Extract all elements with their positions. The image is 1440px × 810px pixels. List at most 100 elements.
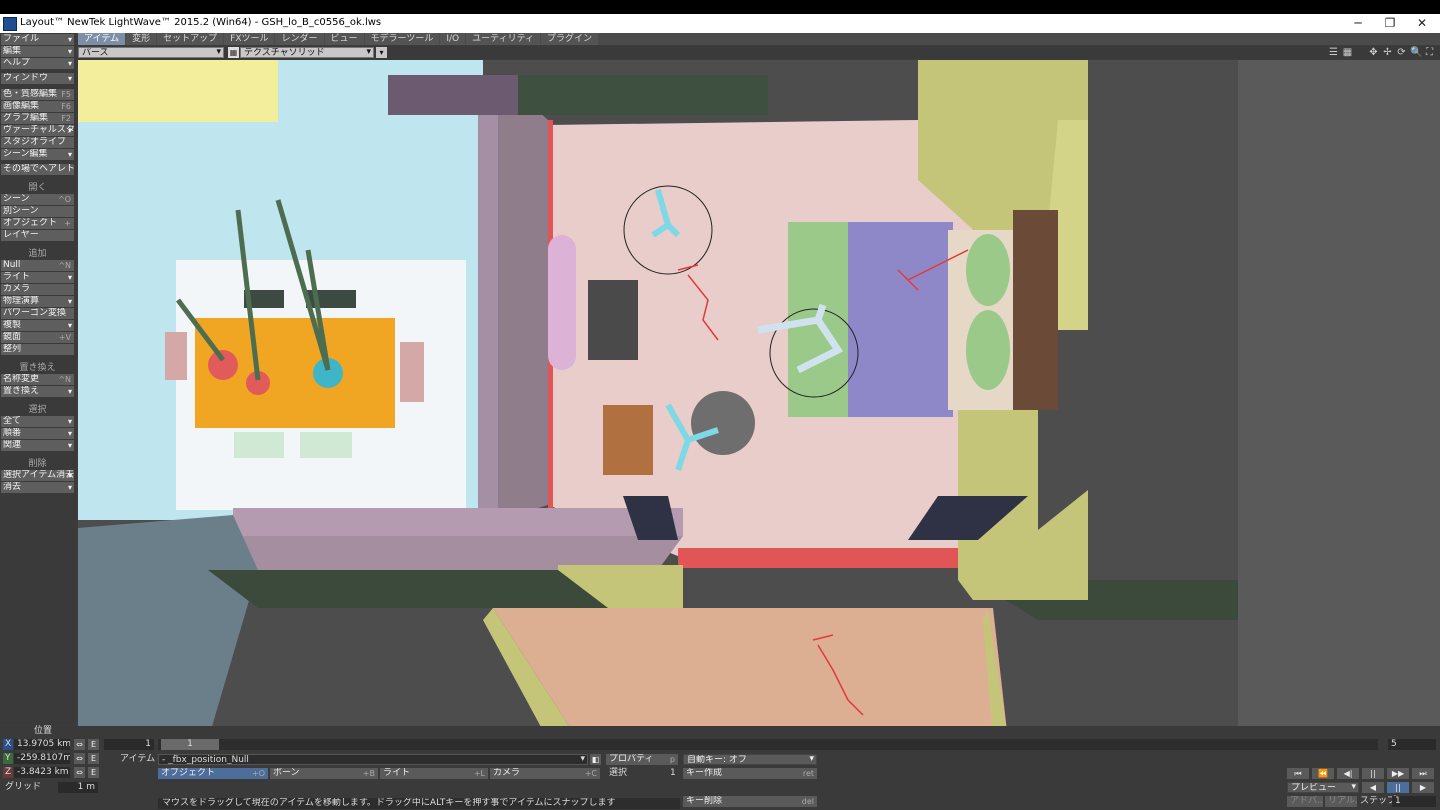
move-view-icon[interactable]: ✥ bbox=[1368, 47, 1379, 58]
tab-modeler-tools[interactable]: モデラーツール bbox=[364, 33, 440, 45]
tab-setup[interactable]: セットアップ bbox=[157, 33, 224, 45]
create-key-button[interactable]: キー作成 ret bbox=[683, 768, 817, 779]
select-order-button[interactable]: 順番 bbox=[1, 428, 74, 439]
tab-fx-tools[interactable]: FXツール bbox=[224, 33, 275, 45]
studio-live-button[interactable]: スタジオライブ bbox=[1, 137, 74, 148]
goto-start-icon[interactable]: ⏮ bbox=[1287, 768, 1309, 779]
clone-button[interactable]: 複製 bbox=[1, 320, 74, 331]
autokey-select[interactable]: 自動キー: オフ bbox=[683, 754, 817, 765]
virtual-studio-button[interactable]: ヴァーチャルスタジオ bbox=[1, 125, 74, 136]
image-editor-button[interactable]: 画像編集 F6 bbox=[1, 101, 74, 112]
perspective-viewport[interactable] bbox=[78, 60, 1440, 740]
bones-mode-button[interactable]: ボーン +B bbox=[270, 768, 378, 779]
list-view-icon[interactable]: ☰ bbox=[1328, 47, 1339, 58]
window-curtain bbox=[548, 235, 576, 370]
advanced-button[interactable]: アドバ... bbox=[1287, 796, 1323, 807]
realtime-button[interactable]: リアル... bbox=[1325, 796, 1357, 807]
preview-select[interactable]: プレビュー bbox=[1287, 782, 1359, 793]
y-position-field[interactable]: -259.8107m bbox=[14, 753, 70, 764]
y-envelope-button[interactable]: E bbox=[88, 753, 99, 764]
edit-menu[interactable]: 編集 bbox=[1, 46, 74, 57]
view-mode-select[interactable]: パース bbox=[78, 47, 224, 58]
help-menu[interactable]: ヘルプ bbox=[1, 58, 74, 69]
timeline-handle[interactable]: 1 bbox=[161, 739, 219, 750]
select-all-button[interactable]: 全て bbox=[1, 416, 74, 427]
close-button[interactable]: ✕ bbox=[1406, 14, 1438, 33]
render-mode-select[interactable]: テクスチャソリッド bbox=[240, 47, 374, 58]
add-physics-button[interactable]: 物理演算 bbox=[1, 296, 74, 307]
x-envelope-button[interactable]: E bbox=[88, 739, 99, 750]
maximize-button[interactable]: ❐ bbox=[1374, 14, 1406, 33]
lights-mode-button[interactable]: ライト +L bbox=[380, 768, 488, 779]
objects-mode-button[interactable]: オブジェクト +O bbox=[158, 768, 268, 779]
polygon-convert-button[interactable]: パワーゴン変換 bbox=[1, 308, 74, 319]
add-camera-button[interactable]: カメラ bbox=[1, 284, 74, 295]
viewport-control-bar: パース ▦ テクスチャソリッド ▾ ☰ ▦ ✥ ✢ ⟳ 🔍 ⛶ bbox=[78, 46, 1440, 59]
open-layer-button[interactable]: レイヤー bbox=[1, 230, 74, 241]
maximize-view-icon[interactable]: ⛶ bbox=[1424, 47, 1435, 58]
wood-chair bbox=[603, 405, 653, 475]
cameras-mode-button[interactable]: カメラ +C bbox=[490, 768, 600, 779]
x-position-field[interactable]: 13.9705 km bbox=[14, 739, 70, 750]
file-menu[interactable]: ファイル bbox=[1, 34, 74, 45]
step-label: ステップ bbox=[1360, 796, 1397, 806]
window-menu[interactable]: ウィンドウ bbox=[1, 73, 74, 84]
speaker-device bbox=[588, 280, 638, 360]
bottom-panel: 位置 X 13.9705 km ⇔ E Y -259.8107m ⇔ E Z -… bbox=[0, 726, 1440, 810]
tab-plugins[interactable]: プラグイン bbox=[541, 33, 599, 45]
pillow bbox=[966, 310, 1010, 390]
tab-render[interactable]: レンダー bbox=[275, 33, 324, 45]
step-field[interactable]: 1 bbox=[1392, 796, 1436, 807]
delete-key-button[interactable]: キー削除 del bbox=[683, 796, 817, 807]
next-key-icon[interactable]: ▶▶ bbox=[1387, 768, 1409, 779]
tab-item[interactable]: アイテム bbox=[78, 33, 126, 45]
x-link-icon[interactable]: ⇔ bbox=[74, 739, 85, 750]
select-related-button[interactable]: 関連 bbox=[1, 440, 74, 451]
tab-view[interactable]: ビュー bbox=[324, 33, 364, 45]
current-item-select[interactable]: - _fbx_position_Null bbox=[158, 754, 588, 765]
view-options-chevron-icon[interactable]: ▾ bbox=[376, 47, 387, 58]
grid-view-icon[interactable]: ▦ bbox=[1342, 47, 1353, 58]
add-null-button[interactable]: Null ^N bbox=[1, 260, 74, 271]
z-envelope-button[interactable]: E bbox=[88, 767, 99, 778]
open-scene-button[interactable]: シーン ^O bbox=[1, 194, 74, 205]
item-info-icon[interactable]: ◧ bbox=[590, 754, 601, 765]
cabinet-top bbox=[518, 75, 768, 115]
timeline-slider[interactable]: 1 bbox=[158, 739, 1378, 750]
add-light-button[interactable]: ライト bbox=[1, 272, 74, 283]
z-position-field[interactable]: -3.8423 km bbox=[14, 767, 70, 778]
replace-button[interactable]: 置き換え bbox=[1, 386, 74, 397]
selected-label: 選択 bbox=[609, 768, 628, 778]
prev-key-icon[interactable]: ⏪ bbox=[1312, 768, 1334, 779]
rename-button[interactable]: 名称変更 ^N bbox=[1, 374, 74, 385]
clear-selected-button[interactable]: 選択アイテム消去 bbox=[1, 470, 74, 481]
minimize-button[interactable]: ─ bbox=[1342, 14, 1374, 33]
play-forward-button[interactable]: ▶ bbox=[1412, 782, 1434, 793]
tab-modify[interactable]: 変形 bbox=[126, 33, 157, 45]
grid-size-field[interactable]: 1 m bbox=[58, 782, 98, 793]
orbit-view-icon[interactable]: ⟳ bbox=[1396, 47, 1407, 58]
open-object-button[interactable]: オブジェクト + bbox=[1, 218, 74, 229]
graph-editor-button[interactable]: グラフ編集 F2 bbox=[1, 113, 74, 124]
rotate-view-icon[interactable]: ✢ bbox=[1382, 47, 1393, 58]
open-other-scene-button[interactable]: 別シーン bbox=[1, 206, 74, 217]
tab-utilities[interactable]: ユーティリティ bbox=[466, 33, 541, 45]
goto-end-icon[interactable]: ⏭ bbox=[1412, 768, 1434, 779]
clear-button[interactable]: 消去 bbox=[1, 482, 74, 493]
z-link-icon[interactable]: ⇔ bbox=[74, 767, 85, 778]
scene-editor-button[interactable]: シーン編集 bbox=[1, 149, 74, 160]
surface-editor-button[interactable]: 色・質感編集 F5 bbox=[1, 89, 74, 100]
pause-icon[interactable]: || bbox=[1362, 768, 1384, 779]
properties-button[interactable]: プロパティ p bbox=[606, 754, 678, 765]
end-frame-field[interactable]: 5 bbox=[1388, 739, 1436, 750]
align-button[interactable]: 整列 bbox=[1, 344, 74, 355]
start-frame-field[interactable]: 1 bbox=[104, 739, 154, 750]
hair-render-button[interactable]: その場でヘアレト bbox=[1, 164, 74, 175]
mirror-button[interactable]: 鏡面 +V bbox=[1, 332, 74, 343]
play-back-button[interactable]: ◀ bbox=[1362, 782, 1384, 793]
tab-io[interactable]: I/O bbox=[440, 33, 466, 45]
y-link-icon[interactable]: ⇔ bbox=[74, 753, 85, 764]
prev-frame-icon[interactable]: ◀| bbox=[1337, 768, 1359, 779]
zoom-view-icon[interactable]: 🔍 bbox=[1410, 47, 1422, 58]
stop-button[interactable]: || bbox=[1387, 782, 1409, 793]
